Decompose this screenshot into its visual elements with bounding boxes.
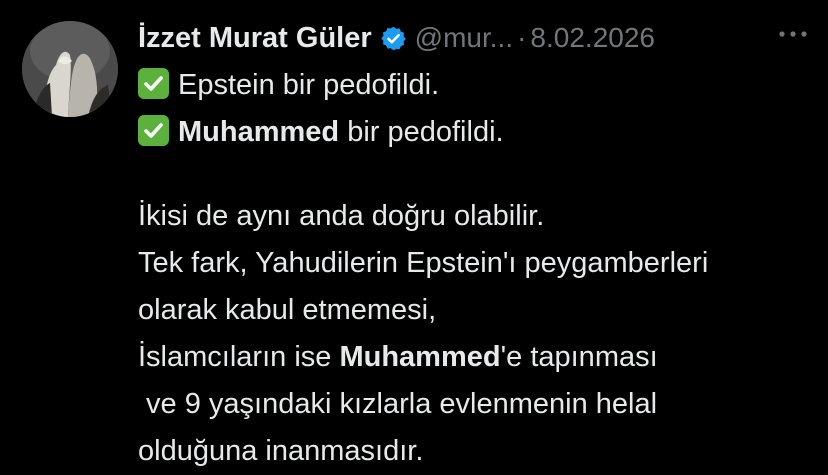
handle[interactable]: @mur... — [415, 22, 513, 54]
tweet-line-6-post: 'e tapınması — [500, 341, 658, 373]
tweet-line-5: olarak kabul etmemesi, — [138, 294, 437, 326]
tweet-line-6: İslamcıların ise Muhammed'e tapınması — [138, 334, 818, 381]
tweet-line-1: Epstein bir pedofildi. — [138, 62, 818, 109]
tweet-header: İzzet Murat Güler @mur... · 8.02.2026 — [138, 16, 818, 60]
check-mark-icon — [138, 115, 169, 146]
avatar[interactable] — [22, 21, 118, 117]
tweet-line-6-pre: İslamcıların ise — [138, 341, 340, 373]
avatar-image — [22, 21, 118, 117]
display-name[interactable]: İzzet Murat Güler — [138, 22, 372, 55]
tweet-line-4: Tek fark, Yahudilerin Epstein'ı peygambe… — [138, 247, 709, 279]
tweet-line-2: Muhammed bir pedofildi. — [138, 109, 818, 156]
tweet-text: Epstein bir pedofildi. Muhammed bir pedo… — [138, 62, 818, 475]
check-mark-icon — [138, 68, 169, 99]
tweet-line-2-bold: Muhammed — [178, 116, 340, 148]
verified-badge-icon — [380, 25, 407, 52]
tweet-line-3: İkisi de aynı anda doğru olabilir. — [138, 200, 545, 232]
tweet-line-7: ve 9 yaşındaki kızlarla evlenmenin helal — [138, 388, 658, 420]
separator-dot: · — [517, 22, 527, 53]
tweet-line-6-bold: Muhammed — [339, 341, 501, 373]
tweet-line-1-text: Epstein bir pedofildi. — [178, 69, 440, 101]
tweet-line-2-rest: bir pedofildi. — [339, 116, 504, 148]
more-horizontal-icon[interactable] — [776, 19, 810, 49]
timestamp[interactable]: 8.02.2026 — [530, 22, 655, 54]
tweet-line-8: olduğuna inanmasıdır. — [138, 435, 424, 467]
tweet[interactable]: İzzet Murat Güler @mur... · 8.02.2026 Ep… — [0, 0, 828, 467]
